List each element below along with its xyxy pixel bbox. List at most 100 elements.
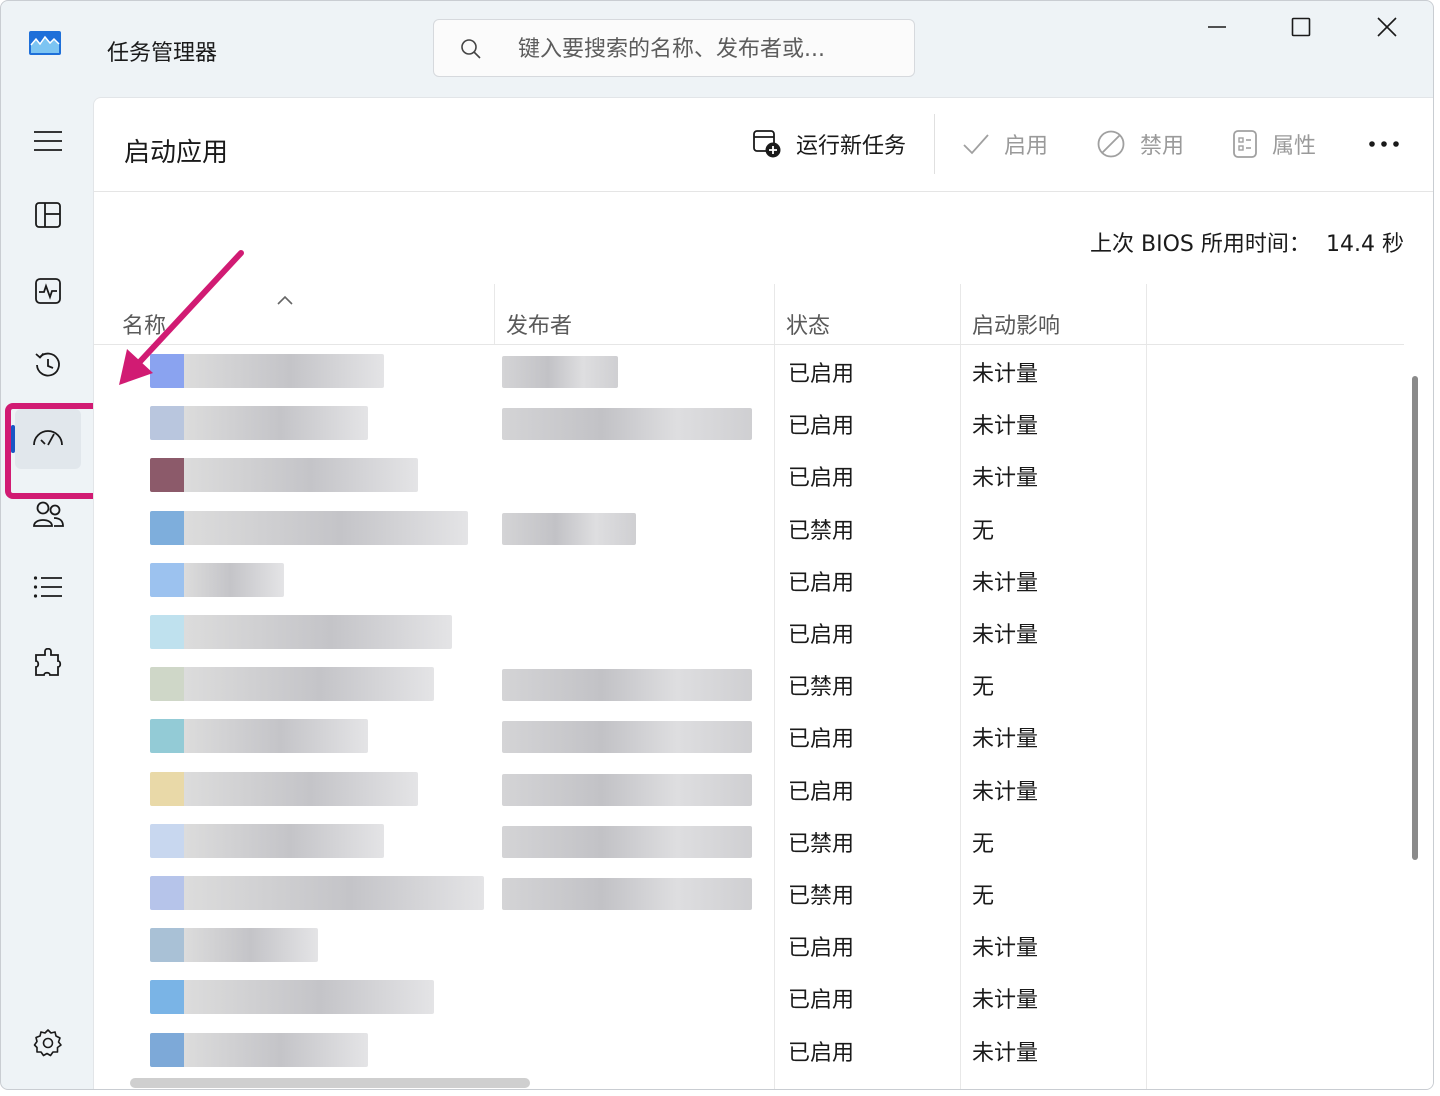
startup-impact-cell: 未计量 xyxy=(972,1040,1039,1066)
table-row[interactable]: 已启用 未计量 xyxy=(94,450,1394,502)
redacted-app-name xyxy=(150,615,452,649)
history-clock-icon xyxy=(35,352,60,377)
bios-time-label: 上次 BIOS 所用时间： xyxy=(1090,232,1311,257)
close-icon xyxy=(1377,17,1397,37)
table-row[interactable]: 已禁用 无 xyxy=(94,503,1394,555)
table-row[interactable]: 已禁用 无 xyxy=(94,659,1394,711)
startup-impact-cell: 未计量 xyxy=(972,779,1039,805)
search-box[interactable] xyxy=(433,19,915,77)
disable-circle-slash-icon xyxy=(1097,130,1125,158)
table-row[interactable]: 已启用 未计量 xyxy=(94,607,1394,659)
redacted-app-name xyxy=(150,562,284,597)
status-cell: 已启用 xyxy=(788,362,855,387)
startup-impact-cell: 无 xyxy=(972,884,995,909)
status-cell: 已启用 xyxy=(788,414,855,440)
table-header-divider xyxy=(94,344,1404,345)
table-row[interactable]: 已禁用 无 xyxy=(94,868,1394,920)
redacted-publisher xyxy=(502,878,752,910)
column-header-impact[interactable]: 启动影响 xyxy=(972,308,1060,340)
redacted-app-name xyxy=(150,823,384,858)
enable-label: 启用 xyxy=(1004,134,1049,159)
column-header-publisher[interactable]: 发布者 xyxy=(506,308,572,340)
table-row[interactable]: 已启用 未计量 xyxy=(94,555,1394,607)
run-new-task-label: 运行新任务 xyxy=(796,134,907,159)
disable-button[interactable]: 禁用 xyxy=(1096,124,1184,164)
nav-item-details[interactable] xyxy=(15,557,81,617)
task-manager-app-icon xyxy=(29,31,61,55)
redacted-publisher xyxy=(502,669,752,702)
redacted-publisher xyxy=(502,512,636,545)
nav-item-app-history[interactable] xyxy=(15,335,81,395)
run-new-task-button[interactable]: 运行新任务 xyxy=(752,124,906,164)
status-cell: 已禁用 xyxy=(788,884,855,909)
task-manager-window: 任务管理器 键入要搜索的名称、发布者或... 启动应用 运行新任务 启用 禁用 … xyxy=(0,0,1434,1090)
redacted-app-name xyxy=(150,771,418,806)
status-cell: 已启用 xyxy=(788,988,855,1014)
status-cell: 已启用 xyxy=(788,1040,855,1066)
redacted-app-name xyxy=(150,510,468,545)
redacted-app-name xyxy=(150,876,484,910)
more-options-button[interactable] xyxy=(1364,128,1404,160)
page-header: 启动应用 运行新任务 启用 禁用 属性 xyxy=(94,98,1433,192)
redacted-publisher xyxy=(502,825,752,858)
table-row[interactable]: 已启用 未计量 xyxy=(94,711,1394,763)
nav-menu-button[interactable] xyxy=(15,111,81,171)
startup-impact-cell: 未计量 xyxy=(972,988,1039,1014)
bios-time-value: 14.4 秒 xyxy=(1326,232,1404,257)
sort-ascending-icon xyxy=(277,295,293,305)
table-row[interactable]: 已启用 未计量 xyxy=(94,920,1394,972)
disable-label: 禁用 xyxy=(1140,134,1185,159)
redacted-app-name xyxy=(150,980,434,1015)
column-header-status[interactable]: 状态 xyxy=(786,308,830,340)
search-icon xyxy=(461,39,481,59)
maximize-button[interactable] xyxy=(1271,7,1331,47)
column-divider xyxy=(494,284,495,344)
status-cell: 已启用 xyxy=(788,936,855,962)
hamburger-menu-icon xyxy=(34,131,62,151)
table-row[interactable]: 已启用 未计量 xyxy=(94,346,1394,398)
redacted-app-name xyxy=(150,719,368,754)
properties-button[interactable]: 属性 xyxy=(1232,124,1316,164)
table-row[interactable]: 已启用 未计量 xyxy=(94,1025,1394,1077)
startup-impact-cell: 未计量 xyxy=(972,727,1039,753)
minimize-button[interactable] xyxy=(1187,7,1247,47)
startup-impact-cell: 无 xyxy=(972,518,995,544)
toolbar-separator xyxy=(934,114,935,174)
startup-impact-cell: 未计量 xyxy=(972,570,1039,596)
status-cell: 已启用 xyxy=(788,727,855,753)
nav-item-services[interactable] xyxy=(15,633,81,693)
services-puzzle-icon xyxy=(35,648,62,676)
startup-impact-cell: 无 xyxy=(972,675,995,701)
performance-pulse-icon xyxy=(35,278,61,304)
redacted-app-name xyxy=(150,928,318,963)
table-row[interactable]: 已启用 未计量 xyxy=(94,972,1394,1024)
status-cell: 已启用 xyxy=(788,466,855,492)
table-row[interactable]: 已启用 未计量 xyxy=(94,764,1394,816)
app-title: 任务管理器 xyxy=(107,41,218,66)
checkmark-icon xyxy=(963,134,989,155)
startup-impact-cell: 未计量 xyxy=(972,936,1039,962)
startup-impact-cell: 无 xyxy=(972,831,995,857)
redacted-publisher xyxy=(502,773,752,806)
nav-item-settings[interactable] xyxy=(15,1013,81,1073)
startup-apps-panel: 启动应用 运行新任务 启用 禁用 属性 上次 BIOS 所用时间： 14.4 秒… xyxy=(93,97,1433,1089)
enable-button[interactable]: 启用 xyxy=(962,124,1048,164)
vertical-scrollbar[interactable] xyxy=(1412,376,1418,860)
status-cell: 已启用 xyxy=(788,623,855,648)
users-icon xyxy=(33,501,64,527)
close-button[interactable] xyxy=(1357,7,1417,47)
redacted-publisher xyxy=(502,408,752,441)
page-title: 启动应用 xyxy=(124,138,229,168)
startup-impact-cell: 未计量 xyxy=(972,623,1039,648)
nav-item-processes[interactable] xyxy=(15,185,81,245)
nav-item-performance[interactable] xyxy=(15,261,81,321)
properties-label: 属性 xyxy=(1272,134,1317,159)
annotation-arrow xyxy=(119,250,244,385)
horizontal-scrollbar[interactable] xyxy=(130,1078,530,1088)
details-list-icon xyxy=(33,576,62,598)
status-cell: 已禁用 xyxy=(788,831,855,857)
search-input[interactable] xyxy=(518,32,888,66)
table-row[interactable]: 已启用 未计量 xyxy=(94,398,1394,450)
status-cell: 已启用 xyxy=(788,570,855,596)
table-row[interactable]: 已禁用 无 xyxy=(94,816,1394,868)
